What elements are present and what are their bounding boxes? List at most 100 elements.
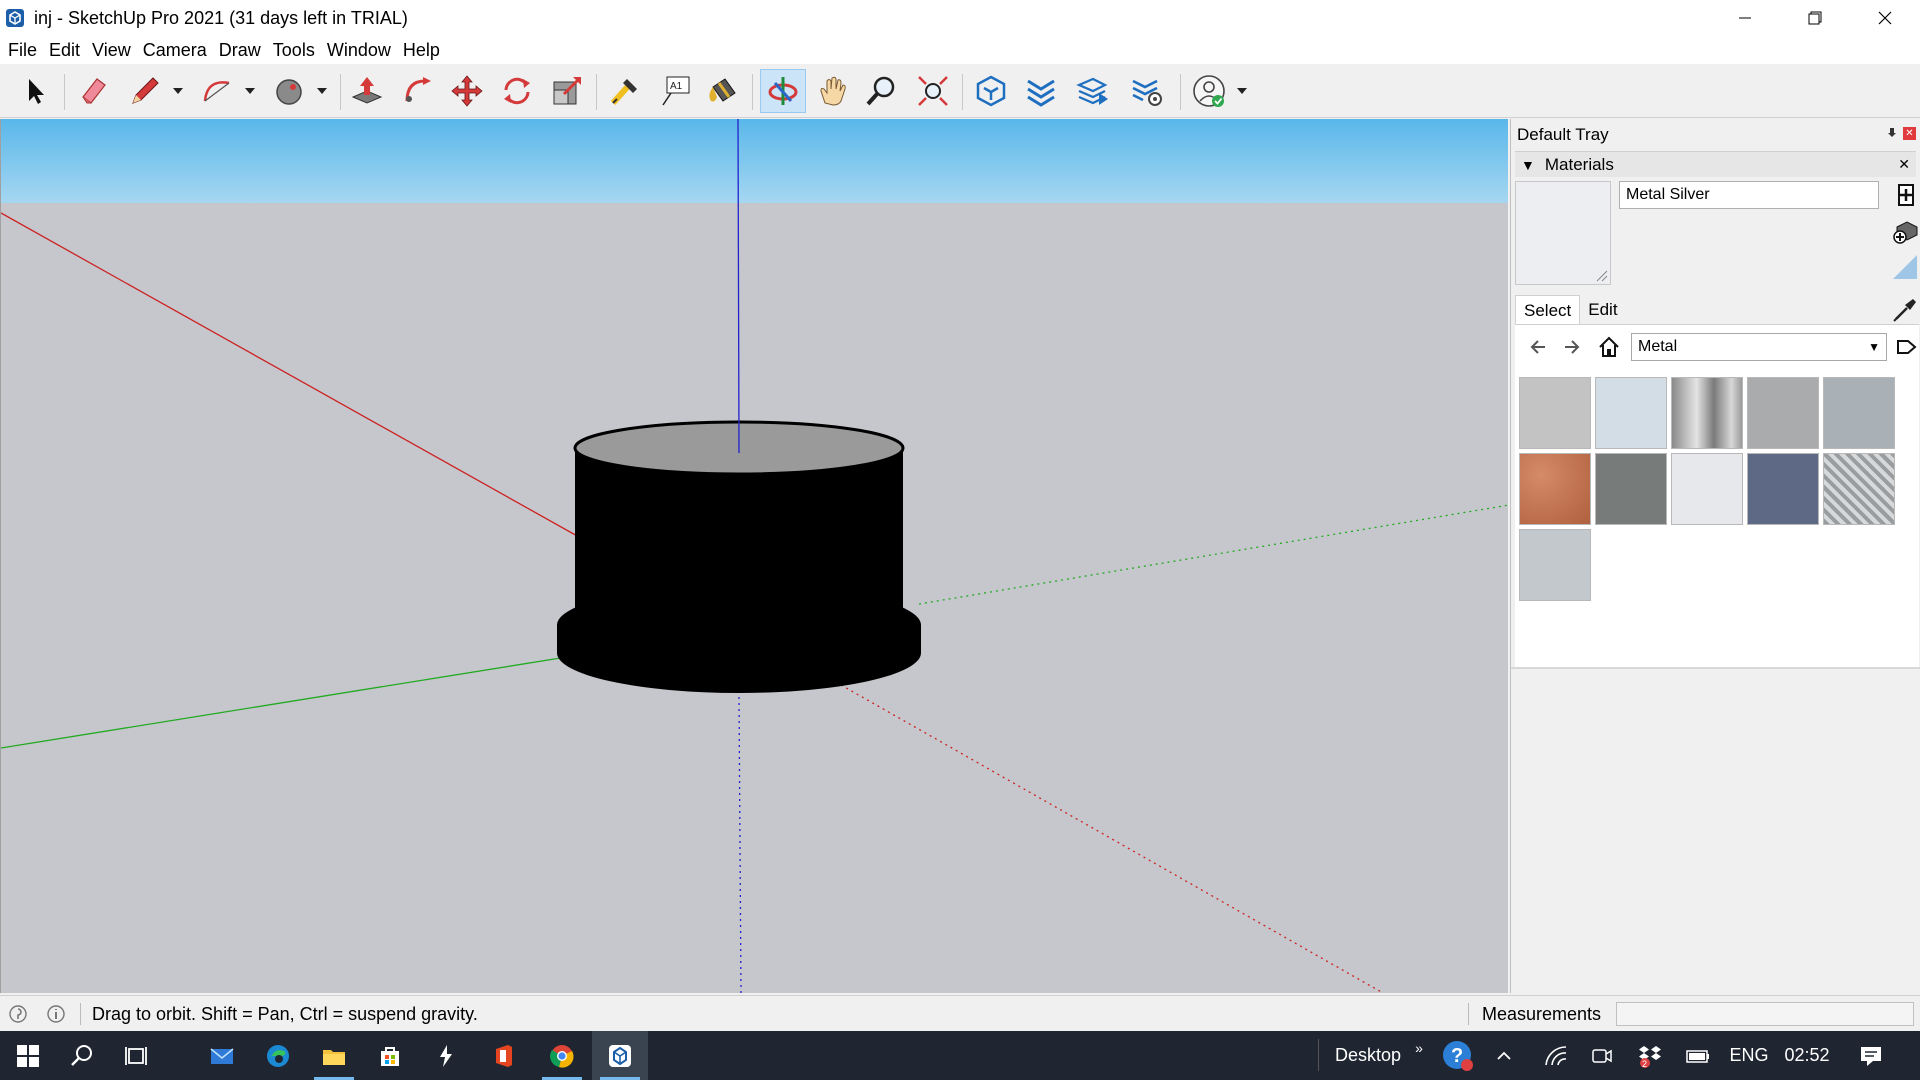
pin-icon[interactable] [1886,127,1898,139]
menu-draw[interactable]: Draw [213,36,267,64]
task-view-button[interactable] [108,1031,164,1080]
sample-paint-triangle-icon[interactable] [1891,253,1919,281]
material-swatch[interactable] [1747,377,1819,449]
restore-button[interactable] [1780,0,1850,36]
chevron-down-icon[interactable] [316,86,328,96]
material-swatch[interactable] [1823,453,1895,525]
materials-panel-header[interactable]: ▼ Materials ✕ [1515,151,1916,177]
push-pull-tool-button[interactable] [344,69,390,113]
menu-help[interactable]: Help [397,36,446,64]
office-app[interactable] [476,1031,532,1080]
scene-canvas[interactable] [1,119,1508,993]
geo-location-icon[interactable] [8,1004,28,1024]
menu-window[interactable]: Window [321,36,397,64]
menu-edit[interactable]: Edit [43,36,86,64]
forward-arrow-icon[interactable] [1561,335,1585,359]
sketchup-app[interactable] [592,1031,648,1080]
material-swatch[interactable] [1671,453,1743,525]
push-pull-icon [351,77,383,104]
chevron-down-icon: ▼ [1868,340,1880,354]
tab-select[interactable]: Select [1515,295,1581,325]
bolt-app[interactable] [418,1031,474,1080]
create-material-icon[interactable] [1891,181,1919,209]
measurements-input[interactable] [1616,1002,1914,1026]
material-swatch[interactable] [1519,377,1591,449]
rotate-tool-button[interactable] [494,69,540,113]
move-arrows-icon [451,75,483,107]
blue-axis-line [737,119,740,454]
library-dropdown[interactable]: Metal ▼ [1631,333,1887,361]
move-tool-button[interactable] [444,69,490,113]
material-name-field[interactable]: Metal Silver [1619,181,1879,209]
clock[interactable]: 02:52 [1778,1031,1836,1080]
cylinder-model[interactable] [557,420,921,693]
arc-tool-button[interactable] [194,69,240,113]
toolbar-separator [962,74,963,110]
home-icon[interactable] [1597,335,1621,359]
chevron-double-right-icon[interactable]: » [1408,1023,1430,1072]
text-tool-button[interactable]: A1 [652,69,698,113]
material-swatch[interactable] [1595,377,1667,449]
pan-tool-button[interactable] [810,69,856,113]
minimize-button[interactable] [1710,0,1780,36]
default-material-icon[interactable] [1891,217,1919,245]
eraser-tool-button[interactable] [70,69,116,113]
tray-close-icon[interactable]: ✕ [1903,127,1916,140]
profile-button[interactable] [1186,69,1232,113]
paint-bucket-tool-button[interactable] [700,69,746,113]
dropbox-button[interactable]: 2 [1630,1031,1670,1080]
close-icon[interactable]: ✕ [1898,156,1910,173]
3d-warehouse-button[interactable] [968,69,1014,113]
shapes-tool-button[interactable] [266,69,312,113]
start-button[interactable] [0,1031,56,1080]
chevron-down-icon[interactable] [244,86,256,96]
line-tool-button[interactable] [122,69,168,113]
menu-view[interactable]: View [86,36,137,64]
collapse-triangle-icon[interactable]: ▼ [1521,157,1535,173]
tab-edit[interactable]: Edit [1580,295,1625,325]
extension-manager-button[interactable] [1124,69,1170,113]
material-swatch[interactable] [1823,377,1895,449]
zoom-extents-tool-button[interactable] [910,69,956,113]
help-tray-button[interactable]: ? [1436,1031,1480,1080]
chrome-app[interactable] [534,1031,590,1080]
show-hidden-icons-button[interactable] [1486,1031,1522,1080]
details-arrow-icon[interactable] [1895,335,1919,359]
chevron-down-icon[interactable] [172,86,184,96]
store-app[interactable] [362,1031,418,1080]
orbit-tool-button[interactable] [760,69,806,113]
material-swatch[interactable] [1595,453,1667,525]
desktop-toolbar[interactable]: Desktop [1328,1031,1408,1080]
search-button[interactable] [54,1031,110,1080]
meet-now-button[interactable] [1584,1031,1620,1080]
close-button[interactable] [1850,0,1920,36]
follow-me-tool-button[interactable] [394,69,440,113]
model-viewport[interactable] [0,119,1508,993]
scale-tool-button[interactable] [544,69,590,113]
material-swatch[interactable] [1519,529,1591,601]
back-arrow-icon[interactable] [1525,335,1549,359]
layout-button[interactable] [1070,69,1116,113]
eyedropper-icon[interactable] [1891,295,1919,323]
tape-measure-tool-button[interactable] [602,69,648,113]
mail-app[interactable] [194,1031,250,1080]
material-swatch[interactable] [1671,377,1743,449]
menu-camera[interactable]: Camera [137,36,213,64]
chevron-down-icon[interactable] [1236,86,1248,96]
file-explorer-app[interactable] [306,1031,362,1080]
materials-panel-title: Materials [1544,154,1614,174]
notifications-button[interactable] [1846,1031,1896,1080]
menu-tools[interactable]: Tools [267,36,321,64]
info-icon[interactable] [46,1004,66,1024]
extension-warehouse-button[interactable] [1018,69,1064,113]
language-indicator[interactable]: ENG [1726,1031,1772,1080]
select-tool-button[interactable] [12,69,58,113]
blue-axis-dotted-line [738,696,742,993]
material-swatch[interactable] [1519,453,1591,525]
material-swatch[interactable] [1747,453,1819,525]
network-button[interactable] [1538,1031,1574,1080]
edge-browser-app[interactable] [250,1031,306,1080]
zoom-tool-button[interactable] [858,69,904,113]
menu-file[interactable]: File [2,36,43,64]
battery-button[interactable] [1680,1031,1716,1080]
